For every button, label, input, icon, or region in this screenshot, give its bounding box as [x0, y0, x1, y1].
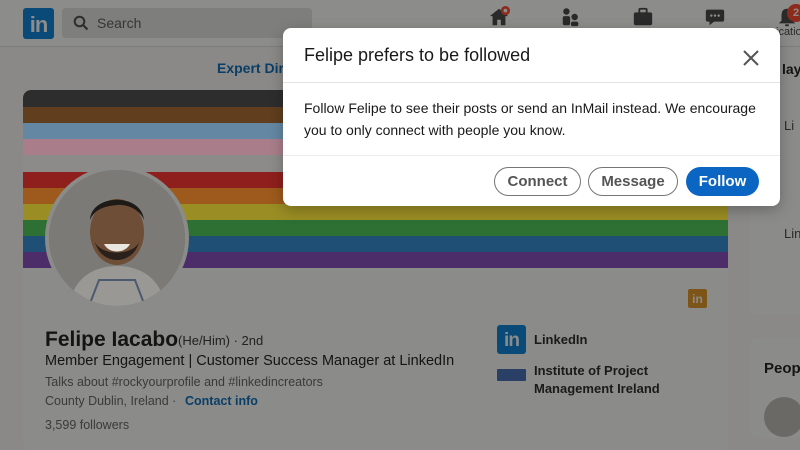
my-network-icon[interactable]	[560, 6, 582, 28]
divider	[283, 155, 780, 156]
contact-info-link[interactable]: Contact info	[185, 394, 258, 408]
search-placeholder: Search	[97, 15, 142, 31]
message-button[interactable]: Message	[588, 167, 678, 196]
sidebar-text: Li	[784, 118, 795, 133]
search-input[interactable]: Search	[62, 8, 312, 38]
close-icon	[743, 50, 759, 66]
linkedin-badge-icon: in	[688, 289, 707, 308]
connect-button[interactable]: Connect	[494, 167, 581, 196]
profile-photo[interactable]	[45, 166, 189, 310]
home-icon[interactable]	[488, 6, 510, 28]
talks-about: Talks about #rockyourprofile and #linked…	[45, 375, 323, 389]
search-icon	[73, 15, 89, 31]
company-name[interactable]: LinkedIn	[534, 332, 587, 347]
close-button[interactable]	[739, 46, 763, 70]
messaging-icon[interactable]	[704, 6, 726, 28]
company-logo[interactable]: in	[497, 325, 526, 354]
follow-button[interactable]: Follow	[686, 167, 759, 196]
profile-location: County Dublin, Ireland ·	[45, 394, 177, 408]
person-photo	[49, 170, 185, 306]
people-card-title: Peop	[764, 360, 800, 377]
dialog-body: Follow Felipe to see their posts or send…	[304, 100, 756, 138]
followers-count: 3,599 followers	[45, 418, 130, 432]
expert-directory-link[interactable]: Expert Dir	[217, 60, 284, 76]
notifications-badge: 2	[787, 4, 800, 22]
education-name[interactable]: Institute of Project Management Ireland	[534, 362, 660, 398]
divider	[283, 82, 780, 83]
profile-headline: Member Engagement | Customer Success Man…	[45, 353, 455, 369]
pronouns-degree: (He/Him) · 2nd	[178, 333, 264, 348]
profile-name: Felipe Iacabo	[45, 328, 179, 351]
follow-preference-dialog: Felipe prefers to be followed Follow Fel…	[283, 28, 780, 206]
education-logo[interactable]	[497, 369, 526, 381]
dialog-title: Felipe prefers to be followed	[304, 45, 531, 65]
sidebar-card-title: lay.	[782, 61, 800, 77]
linkedin-logo[interactable]: in	[23, 8, 54, 39]
sidebar-text: Lin	[784, 226, 800, 241]
avatar[interactable]	[764, 397, 800, 437]
jobs-icon[interactable]	[632, 6, 654, 28]
